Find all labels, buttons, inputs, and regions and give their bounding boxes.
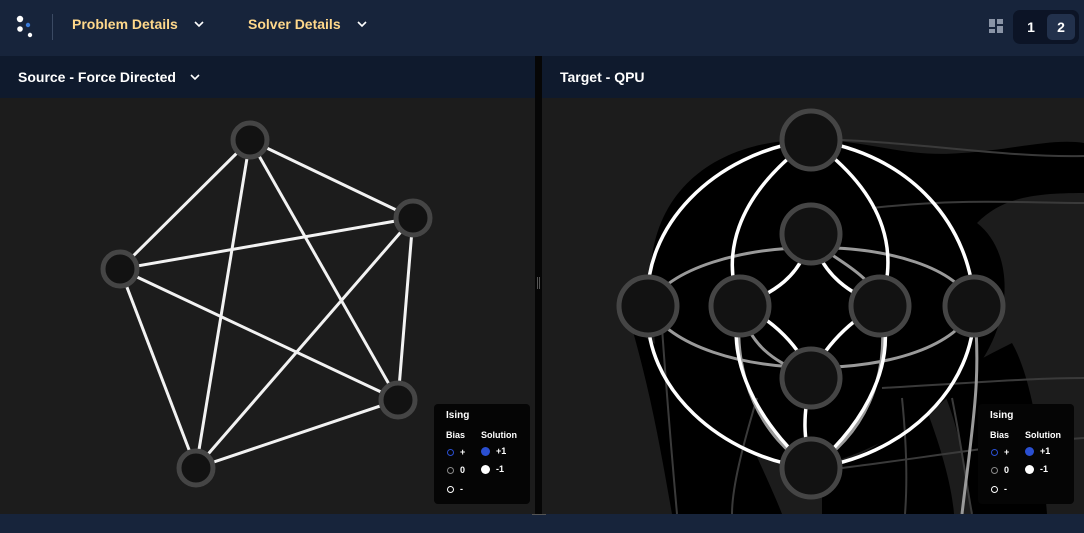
source-panel-title: Source - Force Directed	[18, 69, 176, 85]
chevron-down-icon[interactable]	[190, 72, 200, 82]
legend-bias-zero: 0	[447, 465, 465, 475]
graph-node[interactable]	[230, 120, 270, 160]
legend-bias-header: Bias	[446, 430, 466, 440]
source-nodes	[100, 120, 433, 488]
graph-node[interactable]	[378, 380, 418, 420]
bias-zero-ring-icon	[991, 466, 998, 474]
legend-solution-header: Solution	[481, 430, 517, 440]
legend-bias-minus: -	[991, 484, 1007, 494]
legend-solution-plus: +1	[481, 446, 506, 456]
solver-details-menu[interactable]: Solver Details	[248, 16, 367, 32]
top-bar: Problem Details Solver Details 1 2	[0, 0, 1084, 56]
legend-bias-zero: 0	[991, 465, 1009, 475]
qubit-node[interactable]	[708, 274, 772, 338]
legend-title: Ising	[446, 410, 470, 421]
bias-plus-ring-icon	[991, 448, 998, 456]
graph-node[interactable]	[393, 198, 433, 238]
problem-details-menu[interactable]: Problem Details	[72, 16, 204, 32]
bias-zero-ring-icon	[447, 466, 454, 474]
app-logo-icon[interactable]	[14, 14, 38, 42]
legend-solution-plus: +1	[1025, 446, 1050, 456]
qubit-node[interactable]	[848, 274, 912, 338]
legend-solution-header: Solution	[1025, 430, 1061, 440]
qubit-node[interactable]	[779, 346, 843, 410]
qubit-node[interactable]	[616, 274, 680, 338]
legend-solution-minus: -1	[1025, 464, 1048, 474]
page-1-button[interactable]: 1	[1017, 14, 1045, 40]
legend-bias-minus: -	[447, 484, 463, 494]
solution-plus-dot-icon	[481, 446, 490, 456]
solution-minus-dot-icon	[1025, 464, 1034, 474]
grid-layout-icon[interactable]	[989, 19, 1003, 33]
graph-node[interactable]	[100, 249, 140, 289]
target-panel-header: Target - QPU	[542, 56, 1084, 98]
page-2-button[interactable]: 2	[1047, 14, 1075, 40]
chevron-down-icon	[194, 21, 204, 28]
legend-bias-plus: +	[447, 447, 465, 457]
legend-solution-minus: -1	[481, 464, 504, 474]
solution-minus-dot-icon	[481, 464, 490, 474]
legend-title: Ising	[990, 410, 1014, 421]
qubit-node[interactable]	[779, 108, 843, 172]
source-edges	[118, 138, 415, 470]
ising-legend: Ising Bias Solution + 0 - +1 -1	[978, 404, 1074, 504]
splitter-handle-icon[interactable]	[537, 277, 540, 289]
logo-divider	[52, 14, 53, 40]
bias-minus-ring-icon	[991, 485, 998, 493]
source-panel: Source - Force Directed Ising Bias Solut…	[0, 56, 535, 514]
page-switcher: 1 2	[1013, 10, 1079, 44]
qubit-node[interactable]	[779, 202, 843, 266]
qubit-node[interactable]	[942, 274, 1006, 338]
target-panel: Target - QPU Ising Bias Solution + 0 - +…	[542, 56, 1084, 514]
bottom-resize-handle-icon[interactable]	[532, 514, 546, 517]
solution-plus-dot-icon	[1025, 446, 1034, 456]
bias-minus-ring-icon	[447, 485, 454, 493]
chevron-down-icon	[357, 21, 367, 28]
legend-bias-header: Bias	[990, 430, 1010, 440]
solver-details-label: Solver Details	[248, 16, 341, 32]
ising-legend: Ising Bias Solution + 0 - +1 -1	[434, 404, 530, 504]
qubit-node[interactable]	[779, 436, 843, 500]
problem-details-label: Problem Details	[72, 16, 178, 32]
target-panel-title: Target - QPU	[560, 69, 645, 85]
graph-node[interactable]	[176, 448, 216, 488]
source-panel-header: Source - Force Directed	[0, 56, 535, 98]
bias-plus-ring-icon	[447, 448, 454, 456]
legend-bias-plus: +	[991, 447, 1009, 457]
